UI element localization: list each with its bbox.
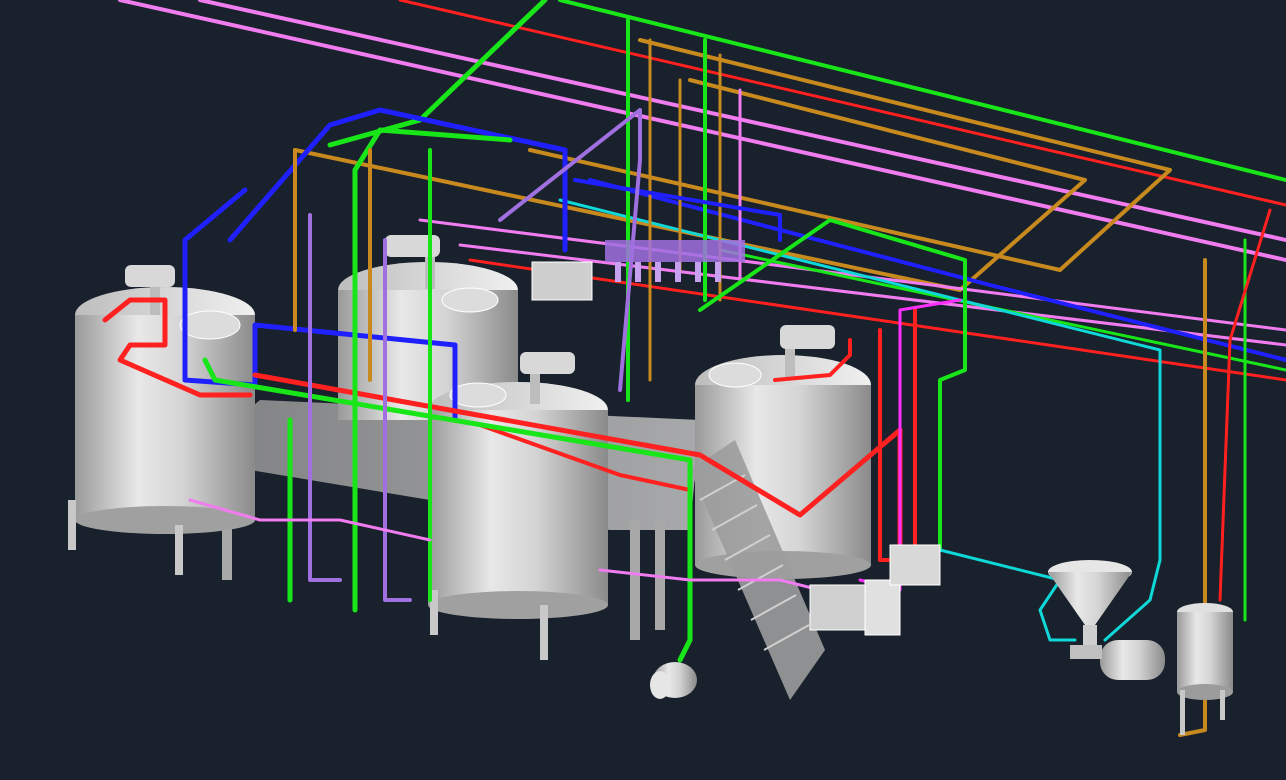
plant-3d-drawing (68, 0, 1286, 737)
manhole (179, 310, 241, 340)
manhole (708, 362, 762, 388)
pipe-pink-top-2 (198, 0, 1286, 242)
pump-motor[interactable] (650, 662, 697, 699)
pipe-green-top (558, 0, 1286, 182)
manhole (449, 382, 507, 408)
pipe-cyan-hopper (938, 548, 1077, 642)
tank-1[interactable] (68, 265, 255, 575)
manhole (441, 287, 499, 313)
control-panel[interactable] (531, 261, 593, 301)
pipe-green-top (352, 127, 513, 173)
pipe-green-motor (677, 637, 693, 663)
pipe-blue-long (588, 178, 1286, 362)
hopper-pump[interactable] (1048, 560, 1165, 680)
pipe-red-top (398, 0, 1286, 207)
cad-viewport[interactable] (0, 0, 1286, 780)
platform-leg (630, 520, 640, 640)
